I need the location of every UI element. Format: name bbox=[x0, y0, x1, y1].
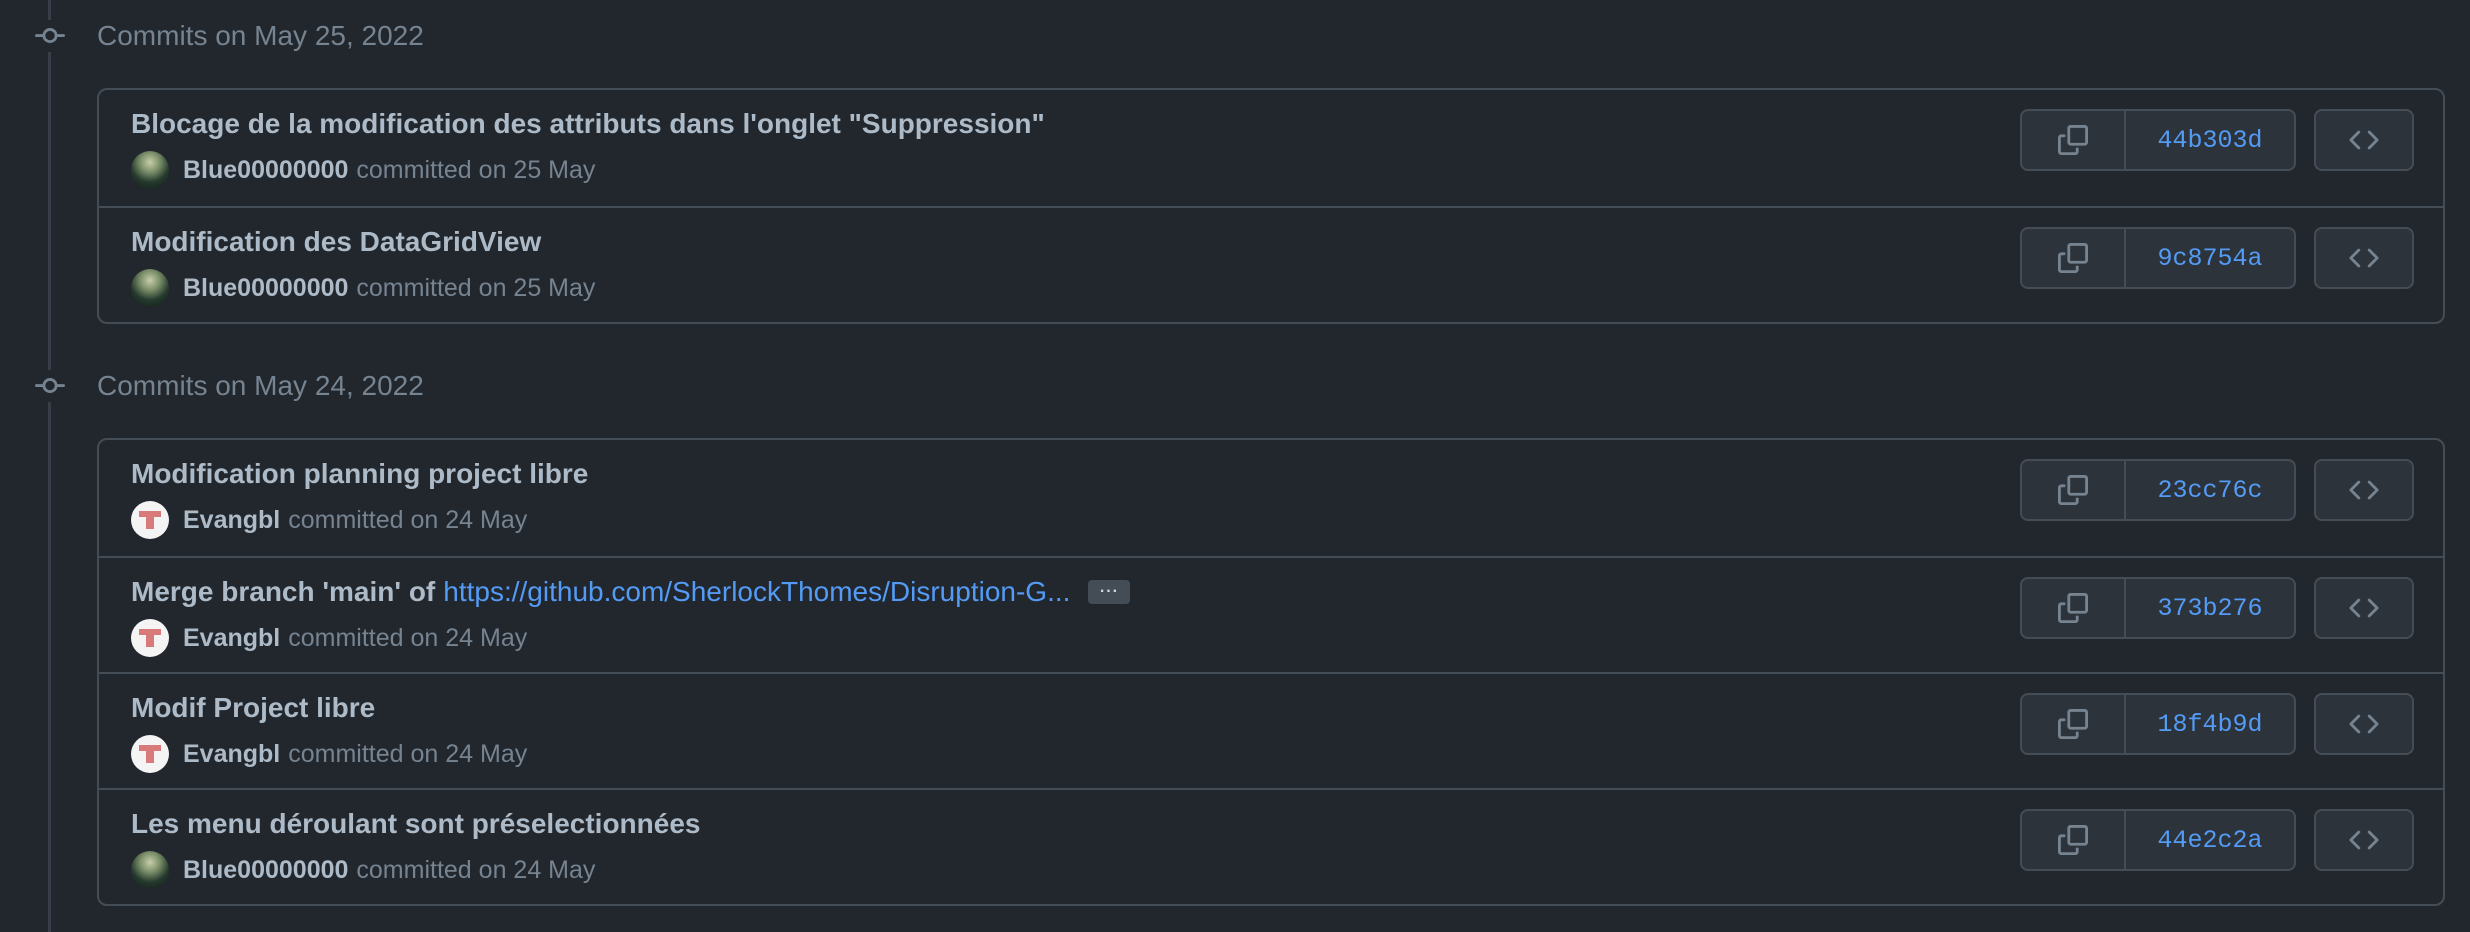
avatar[interactable] bbox=[131, 269, 169, 307]
copy-icon bbox=[2058, 709, 2088, 739]
commit-message: Merge branch 'main' of https://github.co… bbox=[131, 576, 1131, 608]
browse-repo-button[interactable] bbox=[2314, 459, 2414, 521]
commit-author[interactable]: Evangbl bbox=[183, 506, 280, 535]
copy-icon bbox=[2058, 593, 2088, 623]
commit-row: Modification planning project libre Evan… bbox=[99, 440, 2443, 556]
code-icon bbox=[2349, 830, 2379, 850]
commit-row: Modification des DataGridView Blue000000… bbox=[99, 206, 2443, 322]
commit-row: Blocage de la modification des attributs… bbox=[99, 90, 2443, 206]
commit-row: Merge branch 'main' of https://github.co… bbox=[99, 556, 2443, 672]
avatar[interactable] bbox=[131, 851, 169, 889]
code-icon bbox=[2349, 130, 2379, 150]
commit-date: committed on 24 May bbox=[288, 739, 528, 768]
commit-meta: Evangbl committed on 24 May bbox=[131, 734, 527, 774]
commit-message[interactable]: Blocage de la modification des attributs… bbox=[131, 108, 1045, 140]
code-icon bbox=[2349, 714, 2379, 734]
commit-sha-link[interactable]: 9c8754a bbox=[2126, 229, 2294, 287]
commit-sha-link[interactable]: 373b276 bbox=[2126, 579, 2294, 637]
copy-sha-button[interactable] bbox=[2022, 461, 2126, 519]
avatar[interactable] bbox=[131, 151, 169, 189]
git-commit-icon bbox=[34, 370, 66, 402]
git-commit-icon bbox=[34, 20, 66, 52]
code-icon bbox=[2349, 598, 2379, 618]
commit-meta: Blue00000000 committed on 25 May bbox=[131, 150, 595, 190]
sha-button-group: 44e2c2a bbox=[2020, 809, 2296, 871]
copy-icon bbox=[2058, 475, 2088, 505]
copy-icon bbox=[2058, 243, 2088, 273]
commit-message-prefix[interactable]: Merge branch 'main' of bbox=[131, 576, 435, 608]
copy-icon bbox=[2058, 825, 2088, 855]
commit-group-title: Commits on May 25, 2022 bbox=[97, 20, 424, 51]
commit-sha-link[interactable]: 18f4b9d bbox=[2126, 695, 2294, 753]
commit-author[interactable]: Blue00000000 bbox=[183, 274, 348, 303]
copy-sha-button[interactable] bbox=[2022, 579, 2126, 637]
commit-author[interactable]: Blue00000000 bbox=[183, 856, 348, 885]
commit-message[interactable]: Modif Project libre bbox=[131, 692, 375, 724]
commit-date: committed on 25 May bbox=[356, 155, 596, 184]
commit-row: Modif Project libre Evangbl committed on… bbox=[99, 672, 2443, 788]
commit-message[interactable]: Modification des DataGridView bbox=[131, 226, 541, 258]
commit-author[interactable]: Evangbl bbox=[183, 740, 280, 769]
commit-sha-link[interactable]: 23cc76c bbox=[2126, 461, 2294, 519]
commit-message-link[interactable]: https://github.com/SherlockThomes/Disrup… bbox=[443, 576, 1070, 608]
commit-date: committed on 24 May bbox=[288, 505, 528, 534]
browse-repo-button[interactable] bbox=[2314, 109, 2414, 171]
sha-button-group: 44b303d bbox=[2020, 109, 2296, 171]
commit-date: committed on 25 May bbox=[356, 273, 596, 302]
expand-message-button[interactable]: ··· bbox=[1088, 580, 1131, 604]
copy-icon bbox=[2058, 125, 2088, 155]
code-icon bbox=[2349, 248, 2379, 268]
commit-meta: Blue00000000 committed on 24 May bbox=[131, 850, 595, 890]
commit-author[interactable]: Evangbl bbox=[183, 624, 280, 653]
copy-sha-button[interactable] bbox=[2022, 695, 2126, 753]
commit-list: Modification planning project libre Evan… bbox=[97, 438, 2445, 906]
sha-button-group: 18f4b9d bbox=[2020, 693, 2296, 755]
commit-message[interactable]: Les menu déroulant sont préselectionnées bbox=[131, 808, 700, 840]
copy-sha-button[interactable] bbox=[2022, 811, 2126, 869]
browse-repo-button[interactable] bbox=[2314, 577, 2414, 639]
browse-repo-button[interactable] bbox=[2314, 693, 2414, 755]
commit-author[interactable]: Blue00000000 bbox=[183, 156, 348, 185]
commit-date: committed on 24 May bbox=[288, 623, 528, 652]
commit-message[interactable]: Modification planning project libre bbox=[131, 458, 588, 490]
browse-repo-button[interactable] bbox=[2314, 809, 2414, 871]
commit-group-header: Commits on May 24, 2022 bbox=[0, 358, 2470, 414]
commit-sha-link[interactable]: 44e2c2a bbox=[2126, 811, 2294, 869]
commit-sha-link[interactable]: 44b303d bbox=[2126, 111, 2294, 169]
sha-button-group: 9c8754a bbox=[2020, 227, 2296, 289]
commit-group-title: Commits on May 24, 2022 bbox=[97, 370, 424, 401]
commit-date: committed on 24 May bbox=[356, 855, 596, 884]
code-icon bbox=[2349, 480, 2379, 500]
commit-list: Blocage de la modification des attributs… bbox=[97, 88, 2445, 324]
commit-row: Les menu déroulant sont préselectionnées… bbox=[99, 788, 2443, 904]
commit-group-header: Commits on May 25, 2022 bbox=[0, 8, 2470, 64]
sha-button-group: 23cc76c bbox=[2020, 459, 2296, 521]
sha-button-group: 373b276 bbox=[2020, 577, 2296, 639]
avatar[interactable] bbox=[131, 501, 169, 539]
avatar[interactable] bbox=[131, 735, 169, 773]
copy-sha-button[interactable] bbox=[2022, 229, 2126, 287]
avatar[interactable] bbox=[131, 619, 169, 657]
browse-repo-button[interactable] bbox=[2314, 227, 2414, 289]
commit-meta: Evangbl committed on 24 May bbox=[131, 500, 527, 540]
commit-meta: Blue00000000 committed on 25 May bbox=[131, 268, 595, 308]
copy-sha-button[interactable] bbox=[2022, 111, 2126, 169]
timeline-line bbox=[48, 0, 51, 932]
commit-meta: Evangbl committed on 24 May bbox=[131, 618, 527, 658]
